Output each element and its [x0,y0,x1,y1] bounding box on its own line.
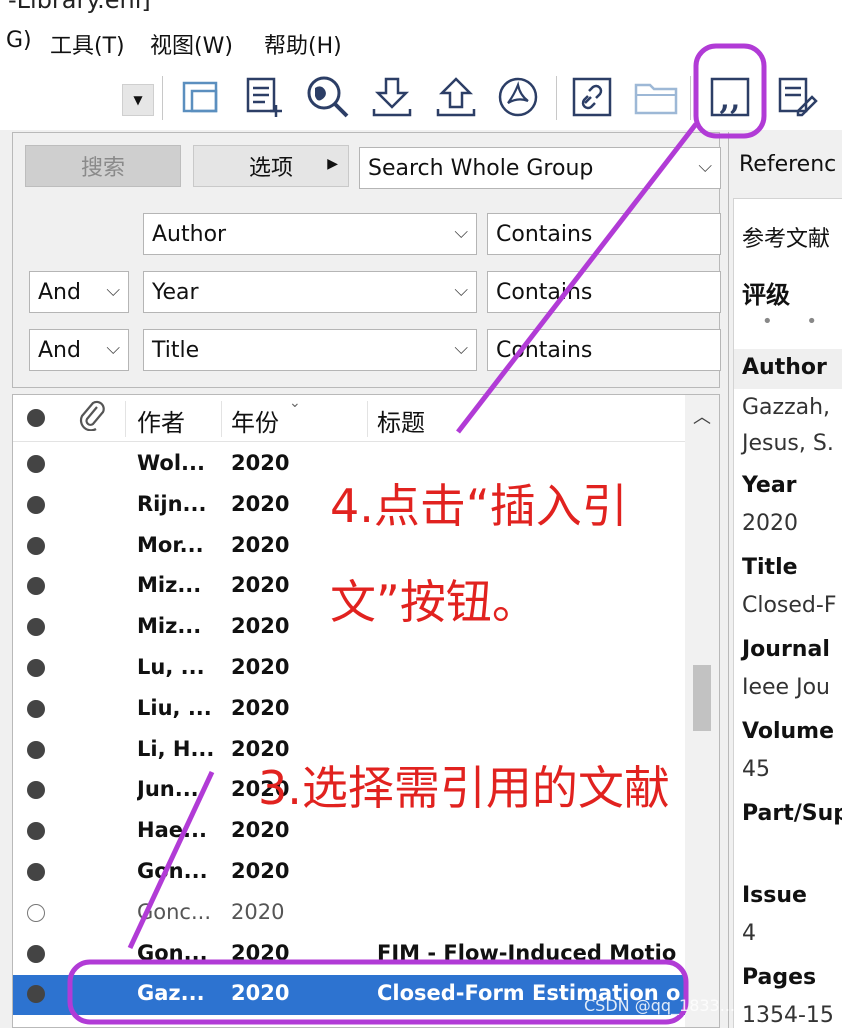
pointer-line-step3 [127,770,215,950]
insert-citation-highlight [693,43,767,139]
annotation-step4-line2: 文”按钮。 [330,575,538,629]
pointer-line-step4 [456,122,698,434]
annotation-step4-line1: 4.点击“插入引 [330,479,628,533]
annotation-step3: 3.选择需引用的文献 [258,761,670,815]
watermark: CSDN @qq_1833... [584,996,735,1015]
